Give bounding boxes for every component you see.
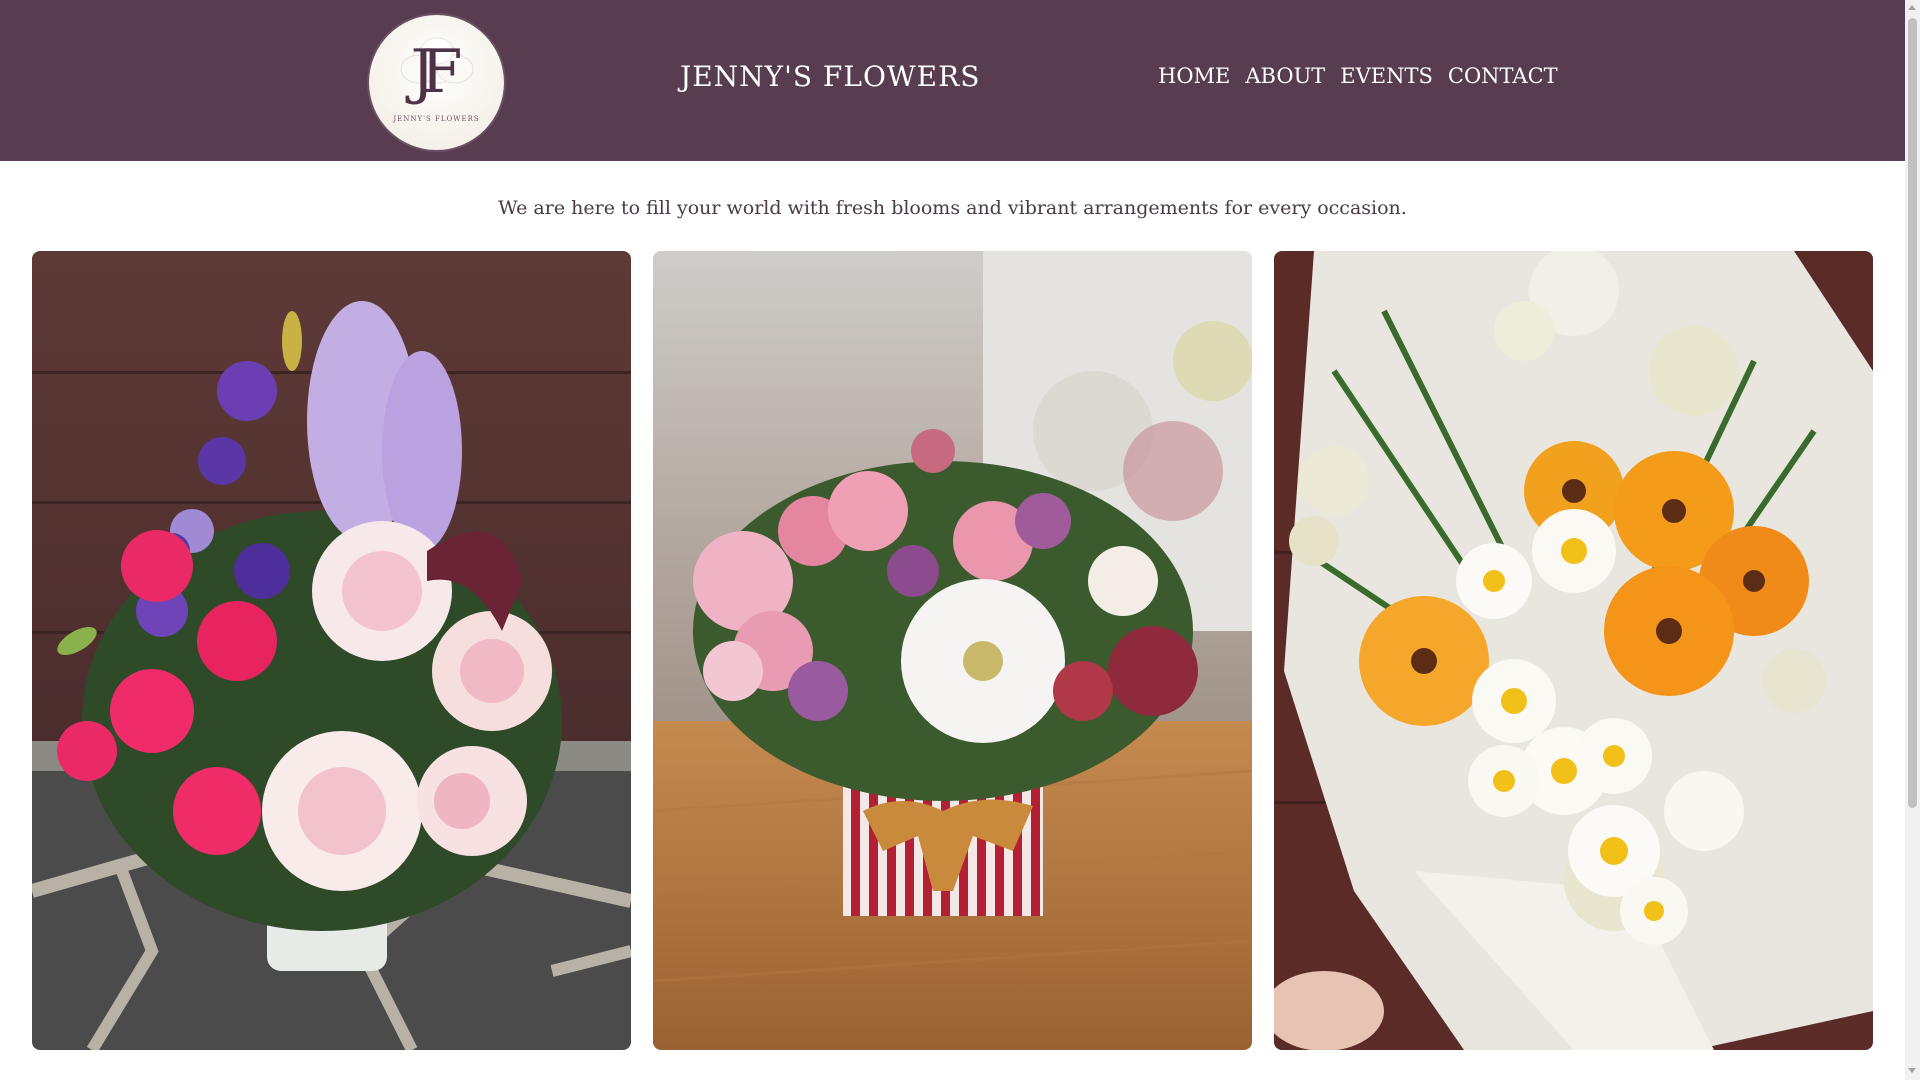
vertical-scrollbar[interactable] xyxy=(1905,0,1920,1080)
rose-arrangement-image xyxy=(32,251,631,1050)
daisy-bouquet-image xyxy=(1274,251,1873,1050)
site-logo[interactable]: JF JENNY'S FLOWERS xyxy=(369,15,504,150)
gerbera-box-image xyxy=(653,251,1252,1050)
site-title: JENNY'S FLOWERS xyxy=(680,60,981,93)
site-header: JF JENNY'S FLOWERS JENNY'S FLOWERS HOME … xyxy=(0,0,1905,161)
gallery-photo-roses[interactable] xyxy=(32,251,631,1050)
tagline: We are here to fill your world with fres… xyxy=(498,197,1407,219)
main-nav: HOME ABOUT EVENTS CONTACT xyxy=(1158,64,1558,88)
logo-subtitle: JENNY'S FLOWERS xyxy=(393,115,480,123)
scroll-down-arrow-icon[interactable] xyxy=(1908,1068,1916,1073)
gallery-photo-gerbera-box[interactable] xyxy=(653,251,1252,1050)
scrollbar-thumb[interactable] xyxy=(1908,18,1917,808)
nav-events-link[interactable]: EVENTS xyxy=(1340,64,1433,88)
gallery-photo-daisy-bouquet[interactable] xyxy=(1274,251,1873,1050)
nav-contact-link[interactable]: CONTACT xyxy=(1448,64,1558,88)
nav-home-link[interactable]: HOME xyxy=(1158,64,1230,88)
page: JF JENNY'S FLOWERS JENNY'S FLOWERS HOME … xyxy=(0,0,1920,1080)
nav-about-link[interactable]: ABOUT xyxy=(1245,64,1325,88)
logo-monogram: JF xyxy=(410,37,463,107)
scroll-up-arrow-icon[interactable] xyxy=(1908,5,1916,10)
photo-gallery xyxy=(32,251,1873,1050)
